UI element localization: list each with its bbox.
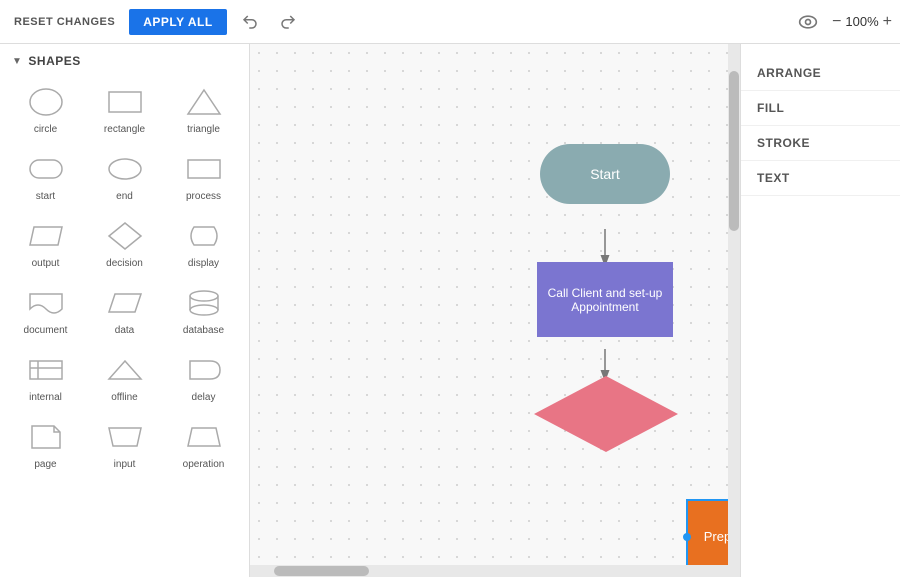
vertical-scrollbar[interactable]	[728, 44, 740, 577]
shapes-grid: circle rectangle triangle	[0, 74, 249, 480]
shape-internal-label: internal	[29, 392, 62, 403]
apply-all-button[interactable]: APPLY ALL	[129, 9, 226, 35]
stroke-section[interactable]: STROKE	[741, 126, 900, 161]
display-icon	[180, 218, 228, 254]
zoom-in-button[interactable]: +	[883, 13, 892, 31]
database-icon	[180, 285, 228, 321]
shape-rectangle-label: rectangle	[104, 124, 145, 135]
output-icon	[22, 218, 70, 254]
shape-decision-label: decision	[106, 258, 143, 269]
node-start-label: Start	[590, 166, 620, 182]
shapes-panel: ▼ SHAPES circle rectangle	[0, 44, 250, 577]
undo-button[interactable]	[235, 9, 265, 35]
shape-offline[interactable]: offline	[87, 346, 162, 409]
shape-operation-label: operation	[183, 459, 225, 470]
shape-circle-label: circle	[34, 124, 57, 135]
circle-icon	[22, 84, 70, 120]
rectangle-icon	[101, 84, 149, 120]
redo-button[interactable]	[273, 9, 303, 35]
node-start[interactable]: Start	[540, 144, 670, 204]
data-icon	[101, 285, 149, 321]
decision-icon	[101, 218, 149, 254]
shape-data[interactable]: data	[87, 279, 162, 342]
shape-document-label: document	[24, 325, 68, 336]
process-icon	[180, 151, 228, 187]
node-call-client[interactable]: Call Client and set-up Appointment	[537, 262, 673, 337]
triangle-icon	[180, 84, 228, 120]
shape-process[interactable]: process	[166, 145, 241, 208]
shape-process-label: process	[186, 191, 221, 202]
shape-delay-label: delay	[192, 392, 216, 403]
shape-input[interactable]: input	[87, 413, 162, 476]
zoom-out-button[interactable]: −	[832, 13, 841, 31]
shape-start[interactable]: start	[8, 145, 83, 208]
shape-circle[interactable]: circle	[8, 78, 83, 141]
node-call-client-label: Call Client and set-up Appointment	[543, 286, 667, 314]
shape-start-label: start	[36, 191, 55, 202]
shape-internal[interactable]: internal	[8, 346, 83, 409]
horizontal-scroll-thumb[interactable]	[274, 566, 370, 576]
shape-display[interactable]: display	[166, 212, 241, 275]
shape-page[interactable]: page	[8, 413, 83, 476]
preview-button[interactable]	[792, 8, 824, 36]
zoom-control: − 100% +	[832, 13, 892, 31]
arrange-section[interactable]: ARRANGE	[741, 56, 900, 91]
shape-output-label: output	[32, 258, 60, 269]
shapes-title: SHAPES	[28, 54, 80, 68]
fill-section[interactable]: FILL	[741, 91, 900, 126]
shape-triangle[interactable]: triangle	[166, 78, 241, 141]
horizontal-scrollbar[interactable]	[250, 565, 728, 577]
document-icon	[22, 285, 70, 321]
shape-page-label: page	[34, 459, 56, 470]
right-panel: ARRANGE FILL STROKE TEXT	[740, 44, 900, 577]
shape-operation[interactable]: operation	[166, 413, 241, 476]
start-icon	[22, 151, 70, 187]
shape-delay[interactable]: delay	[166, 346, 241, 409]
toolbar: RESET CHANGES APPLY ALL − 100% +	[0, 0, 900, 44]
shape-input-label: input	[114, 459, 136, 470]
text-section[interactable]: TEXT	[741, 161, 900, 196]
end-icon	[101, 151, 149, 187]
shapes-header: ▼ SHAPES	[0, 44, 249, 74]
shape-database[interactable]: database	[166, 279, 241, 342]
canvas-area[interactable]: Start Call Client and set-up Appointment…	[250, 44, 740, 577]
main-area: ▼ SHAPES circle rectangle	[0, 44, 900, 577]
page-icon	[22, 419, 70, 455]
shape-document[interactable]: document	[8, 279, 83, 342]
decision-shape	[532, 374, 680, 454]
operation-icon	[180, 419, 228, 455]
shape-decision[interactable]: decision	[87, 212, 162, 275]
offline-icon	[101, 352, 149, 388]
shape-display-label: display	[188, 258, 219, 269]
shape-output[interactable]: output	[8, 212, 83, 275]
shape-offline-label: offline	[111, 392, 138, 403]
handle-left[interactable]	[683, 533, 691, 541]
shape-end[interactable]: end	[87, 145, 162, 208]
shapes-toggle-icon[interactable]: ▼	[12, 56, 22, 67]
input-icon	[101, 419, 149, 455]
shape-data-label: data	[115, 325, 134, 336]
zoom-level: 100%	[845, 14, 878, 29]
vertical-scroll-thumb[interactable]	[729, 71, 739, 231]
shape-end-label: end	[116, 191, 133, 202]
node-decision[interactable]	[532, 374, 680, 454]
shape-rectangle[interactable]: rectangle	[87, 78, 162, 141]
reset-changes-button[interactable]: RESET CHANGES	[8, 12, 121, 32]
internal-icon	[22, 352, 70, 388]
delay-icon	[180, 352, 228, 388]
shape-database-label: database	[183, 325, 224, 336]
shape-triangle-label: triangle	[187, 124, 220, 135]
